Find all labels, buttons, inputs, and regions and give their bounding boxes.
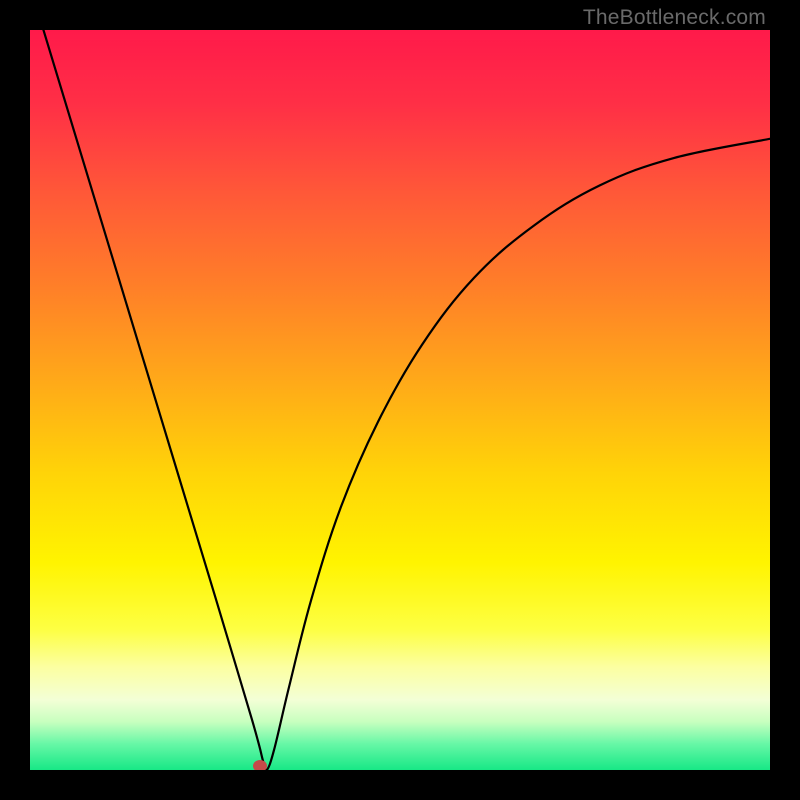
minimum-marker [253,760,267,770]
bottleneck-curve [30,30,770,770]
watermark-text: TheBottleneck.com [583,6,766,30]
plot-area [30,30,770,770]
chart-frame: TheBottleneck.com [0,0,800,800]
